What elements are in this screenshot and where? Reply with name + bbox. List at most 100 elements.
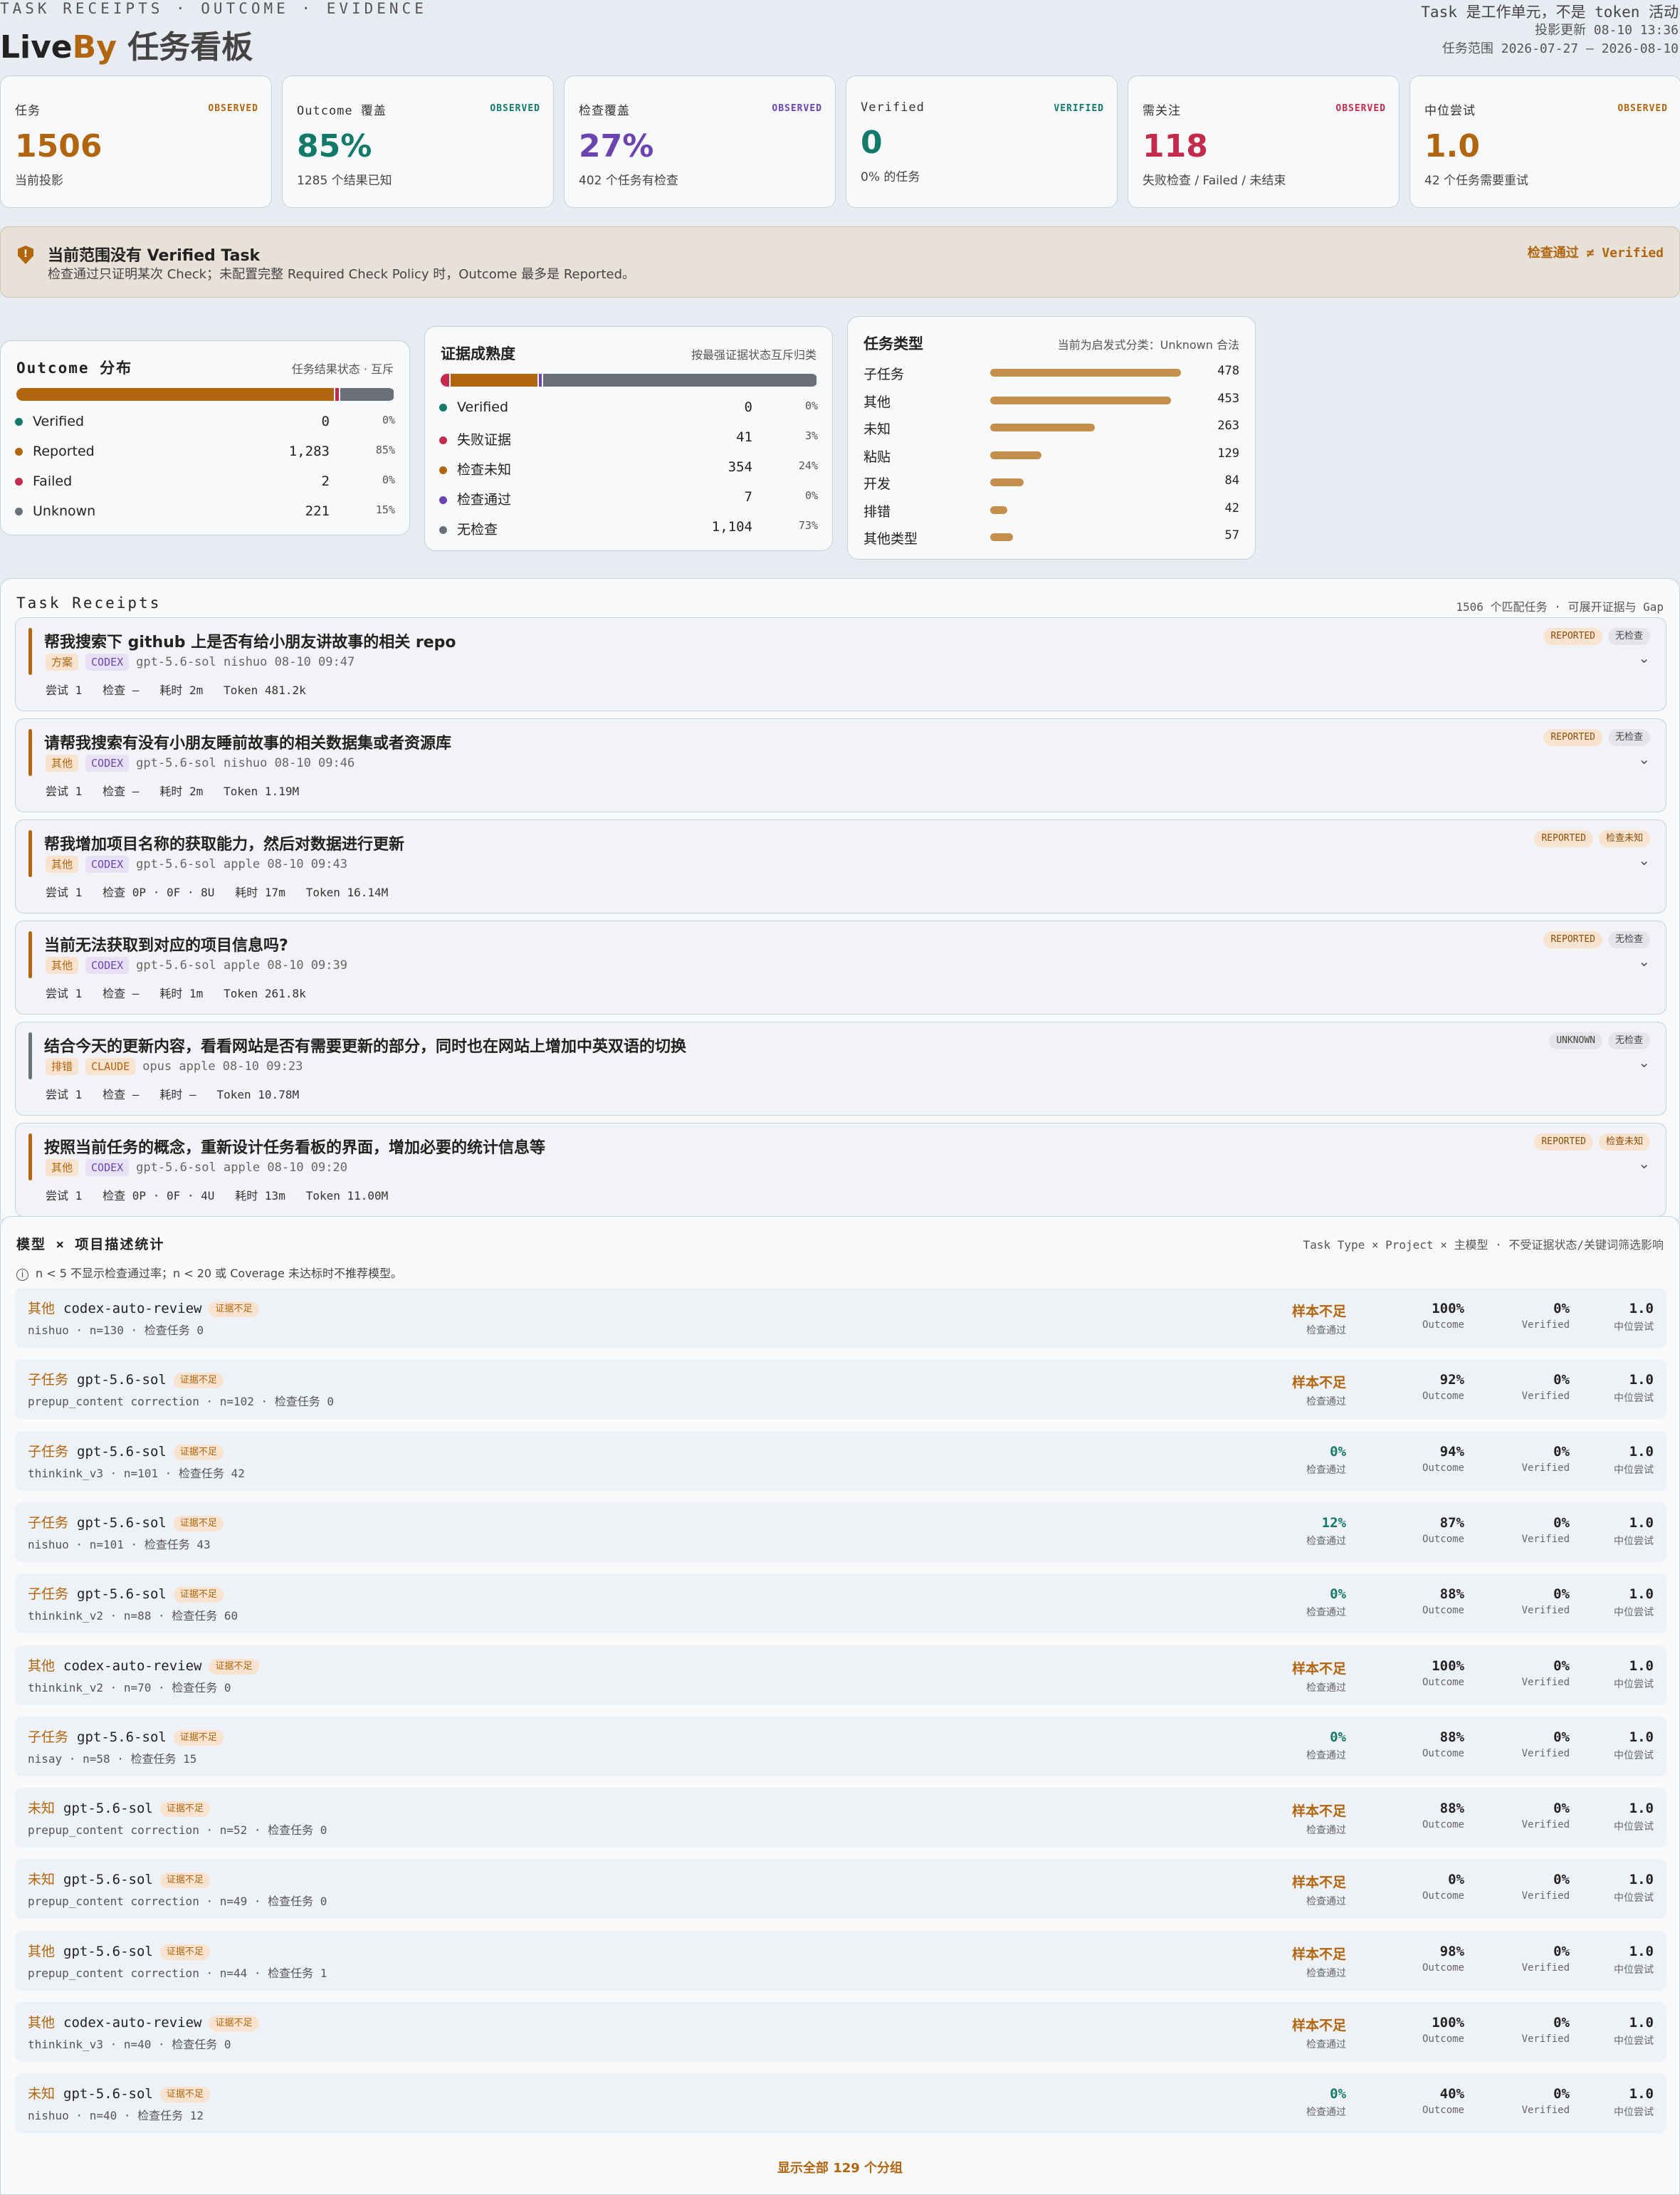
task-type-bar xyxy=(990,424,1096,431)
outcome-badge: UNKNOWN xyxy=(1549,1032,1602,1049)
task-type-row[interactable]: 其他 453 xyxy=(863,392,1239,410)
task-type-row[interactable]: 粘贴 129 xyxy=(863,446,1239,465)
model-group-row[interactable]: 子任务 gpt-5.6-sol 证据不足 prepup_content correct… xyxy=(15,1359,1666,1420)
chevron-down-icon[interactable]: ⌄ xyxy=(1638,852,1650,869)
metric-key: Verified xyxy=(1521,1605,1570,1617)
metric-key: Verified xyxy=(1521,1319,1570,1331)
metric-verified: 0% Verified xyxy=(1522,1586,1570,1616)
shield-alert-icon: ! xyxy=(18,246,33,264)
kpi-card: 任务 OBSERVED 1506 当前投影 xyxy=(0,75,272,208)
receipt-card[interactable]: 当前无法获取到对应的项目信息吗? 其他 CODEX gpt-5.6-sol apple… xyxy=(15,921,1666,1015)
check-badge: 检查未知 xyxy=(1598,830,1650,847)
metric-value: 1.0 xyxy=(1629,1586,1654,1603)
group-model: gpt-5.6-sol xyxy=(77,1372,167,1388)
receipt-meta: 方案 CODEX gpt-5.6-sol nishuo 08-10 09:47 xyxy=(46,654,355,671)
model-group-row[interactable]: 子任务 gpt-5.6-sol 证据不足 nishuo · n=101 · 检查任务 … xyxy=(15,1502,1666,1562)
evidence-warning-badge: 证据不足 xyxy=(173,1444,224,1460)
model-stats-panel: 模型 × 项目描述统计 Task Type × Project × 主模型 · … xyxy=(0,1216,1680,2195)
receipt-stats: 尝试 1 检查 — 耗时 1m Token 261.8k xyxy=(46,987,306,1000)
group-sub: prepup_content correction · n=102 · 检查任务… xyxy=(28,1395,335,1409)
metric-value: 88% xyxy=(1439,1586,1464,1603)
metric-check: 样本不足 检查通过 xyxy=(1292,2015,1346,2051)
metric-value: 0% xyxy=(1553,1372,1570,1388)
kpi-value: 1.0 xyxy=(1424,128,1480,164)
model-group-row[interactable]: 其他 gpt-5.6-sol 证据不足 prepup_content correcti… xyxy=(15,1930,1666,1991)
metric-outcome: 100% Outcome xyxy=(1422,2015,1464,2045)
metric-value: 1.0 xyxy=(1629,1443,1654,1460)
model-group-head: 其他 codex-auto-review 证据不足 xyxy=(28,1655,259,1675)
evidence-warning-badge: 证据不足 xyxy=(209,1658,259,1675)
metric-value: 样本不足 xyxy=(1291,1946,1346,1962)
outcome-badge: REPORTED xyxy=(1543,729,1602,746)
model-group-row[interactable]: 子任务 gpt-5.6-sol 证据不足 thinkink_v2 · n=88 · 检… xyxy=(15,1573,1666,1634)
task-type-chip: 其他 xyxy=(46,856,79,873)
model-group-row[interactable]: 其他 codex-auto-review 证据不足 nishuo · n=130 · … xyxy=(15,1288,1666,1348)
chevron-down-icon[interactable]: ⌄ xyxy=(1638,1054,1650,1071)
metric-value: 1.0 xyxy=(1629,2015,1654,2031)
metric-value: 100% xyxy=(1432,2015,1464,2031)
group-model: gpt-5.6-sol xyxy=(63,2086,153,2102)
receipt-card[interactable]: 帮我增加项目名称的获取能力，然后对数据进行更新 其他 CODEX gpt-5.6-so… xyxy=(15,819,1666,913)
receipt-meta: 其他 CODEX gpt-5.6-sol nishuo 08-10 09:46 xyxy=(46,755,355,772)
group-sub: thinkink_v3 · n=40 · 检查任务 0 xyxy=(28,2038,231,2051)
receipt-card[interactable]: 请帮我搜索有没有小朋友睡前故事的相关数据集或者资源库 其他 CODEX gpt-5.6… xyxy=(15,718,1666,812)
model-group-row[interactable]: 未知 gpt-5.6-sol 证据不足 prepup_content correcti… xyxy=(15,1788,1666,1848)
task-type-row[interactable]: 排错 42 xyxy=(863,501,1239,520)
metric-key: Verified xyxy=(1521,2033,1570,2045)
dist-count: 354 xyxy=(728,459,752,475)
metric-key: 检查通过 xyxy=(1306,1607,1346,1619)
metric-verified: 0% Verified xyxy=(1522,1944,1570,1974)
task-type-row[interactable]: 未知 263 xyxy=(863,419,1239,437)
model-group-row[interactable]: 子任务 gpt-5.6-sol 证据不足 nisay · n=58 · 检查任务 15… xyxy=(15,1716,1666,1776)
metric-value: 样本不足 xyxy=(1291,1375,1346,1391)
model-group-row[interactable]: 未知 gpt-5.6-sol 证据不足 nishuo · n=40 · 检查任务 12… xyxy=(15,2073,1666,2134)
metric-value: 100% xyxy=(1432,1301,1464,1316)
chevron-down-icon[interactable]: ⌄ xyxy=(1638,649,1650,666)
task-type-count: 57 xyxy=(1224,528,1239,543)
metric-value: 94% xyxy=(1439,1443,1464,1460)
metric-value: 1.0 xyxy=(1629,1301,1654,1316)
metric-key: Outcome xyxy=(1422,2105,1464,2117)
status-accent xyxy=(28,1032,32,1079)
chevron-down-icon[interactable]: ⌄ xyxy=(1638,953,1650,970)
receipt-meta: 其他 CODEX gpt-5.6-sol apple 08-10 09:43 xyxy=(46,856,347,873)
dist-row: 失败证据 41 3% xyxy=(439,429,818,448)
metric-key: Outcome xyxy=(1422,1319,1464,1331)
task-type-label: 开发 xyxy=(863,476,891,492)
group-task-type: 其他 xyxy=(28,1301,56,1316)
outcome-subtitle: 任务结果状态 · 互斥 xyxy=(291,362,394,376)
metric-key: 检查通过 xyxy=(1306,1464,1346,1476)
metric-key: 中位尝试 xyxy=(1614,1321,1654,1333)
receipt-card[interactable]: 结合今天的更新内容，看看网站是否有需要更新的部分，同时也在网站上增加中英双语的切… xyxy=(15,1022,1666,1116)
model-group-row[interactable]: 未知 gpt-5.6-sol 证据不足 prepup_content correcti… xyxy=(15,1859,1666,1919)
metric-check: 样本不足 检查通过 xyxy=(1292,1372,1346,1408)
model-group-head: 未知 gpt-5.6-sol 证据不足 xyxy=(28,1869,210,1889)
chevron-down-icon[interactable]: ⌄ xyxy=(1638,1155,1650,1172)
metric-check: 样本不足 检查通过 xyxy=(1292,1301,1346,1337)
model-group-row[interactable]: 其他 codex-auto-review 证据不足 thinkink_v2 · n=7… xyxy=(15,1645,1666,1705)
group-sub: thinkink_v2 · n=88 · 检查任务 60 xyxy=(28,1609,238,1623)
show-all-groups-button[interactable]: 显示全部 129 个分组 xyxy=(1,2158,1679,2176)
metric-key: 中位尝试 xyxy=(1614,1393,1654,1405)
metric-key: 中位尝试 xyxy=(1614,1535,1654,1547)
group-task-type: 其他 xyxy=(28,2015,56,2031)
metric-outcome: 88% Outcome xyxy=(1422,1586,1464,1616)
task-type-row[interactable]: 开发 84 xyxy=(863,473,1239,492)
header-note: Task 是工作单元，不是 token 活动 xyxy=(1421,4,1679,21)
receipt-card[interactable]: 帮我搜索下 github 上是否有给小朋友讲故事的相关 repo 方案 CODEX g… xyxy=(15,617,1666,711)
model-group-row[interactable]: 其他 codex-auto-review 证据不足 thinkink_v3 · n=4… xyxy=(15,2002,1666,2062)
model-group-head: 其他 codex-auto-review 证据不足 xyxy=(28,1298,259,1317)
chevron-down-icon[interactable]: ⌄ xyxy=(1638,750,1650,768)
task-type-row[interactable]: 子任务 478 xyxy=(863,364,1239,382)
group-model: gpt-5.6-sol xyxy=(77,1729,167,1745)
task-type-label: 其他 xyxy=(863,394,891,410)
receipt-meta: 其他 CODEX gpt-5.6-sol apple 08-10 09:39 xyxy=(46,957,347,974)
model-group-row[interactable]: 子任务 gpt-5.6-sol 证据不足 thinkink_v3 · n=101 · … xyxy=(15,1430,1666,1491)
receipt-card[interactable]: 按照当前任务的概念，重新设计任务看板的界面，增加必要的统计信息等 其他 CODEX g… xyxy=(15,1123,1666,1217)
stack-segment xyxy=(441,374,451,387)
kpi-card: 中位尝试 OBSERVED 1.0 42 个任务需要重试 xyxy=(1409,75,1680,208)
metric-key: Verified xyxy=(1521,1390,1570,1403)
group-model: gpt-5.6-sol xyxy=(63,1872,153,1888)
task-type-row[interactable]: 其他类型 57 xyxy=(863,528,1239,547)
evidence-warning-badge: 证据不足 xyxy=(173,1515,224,1531)
